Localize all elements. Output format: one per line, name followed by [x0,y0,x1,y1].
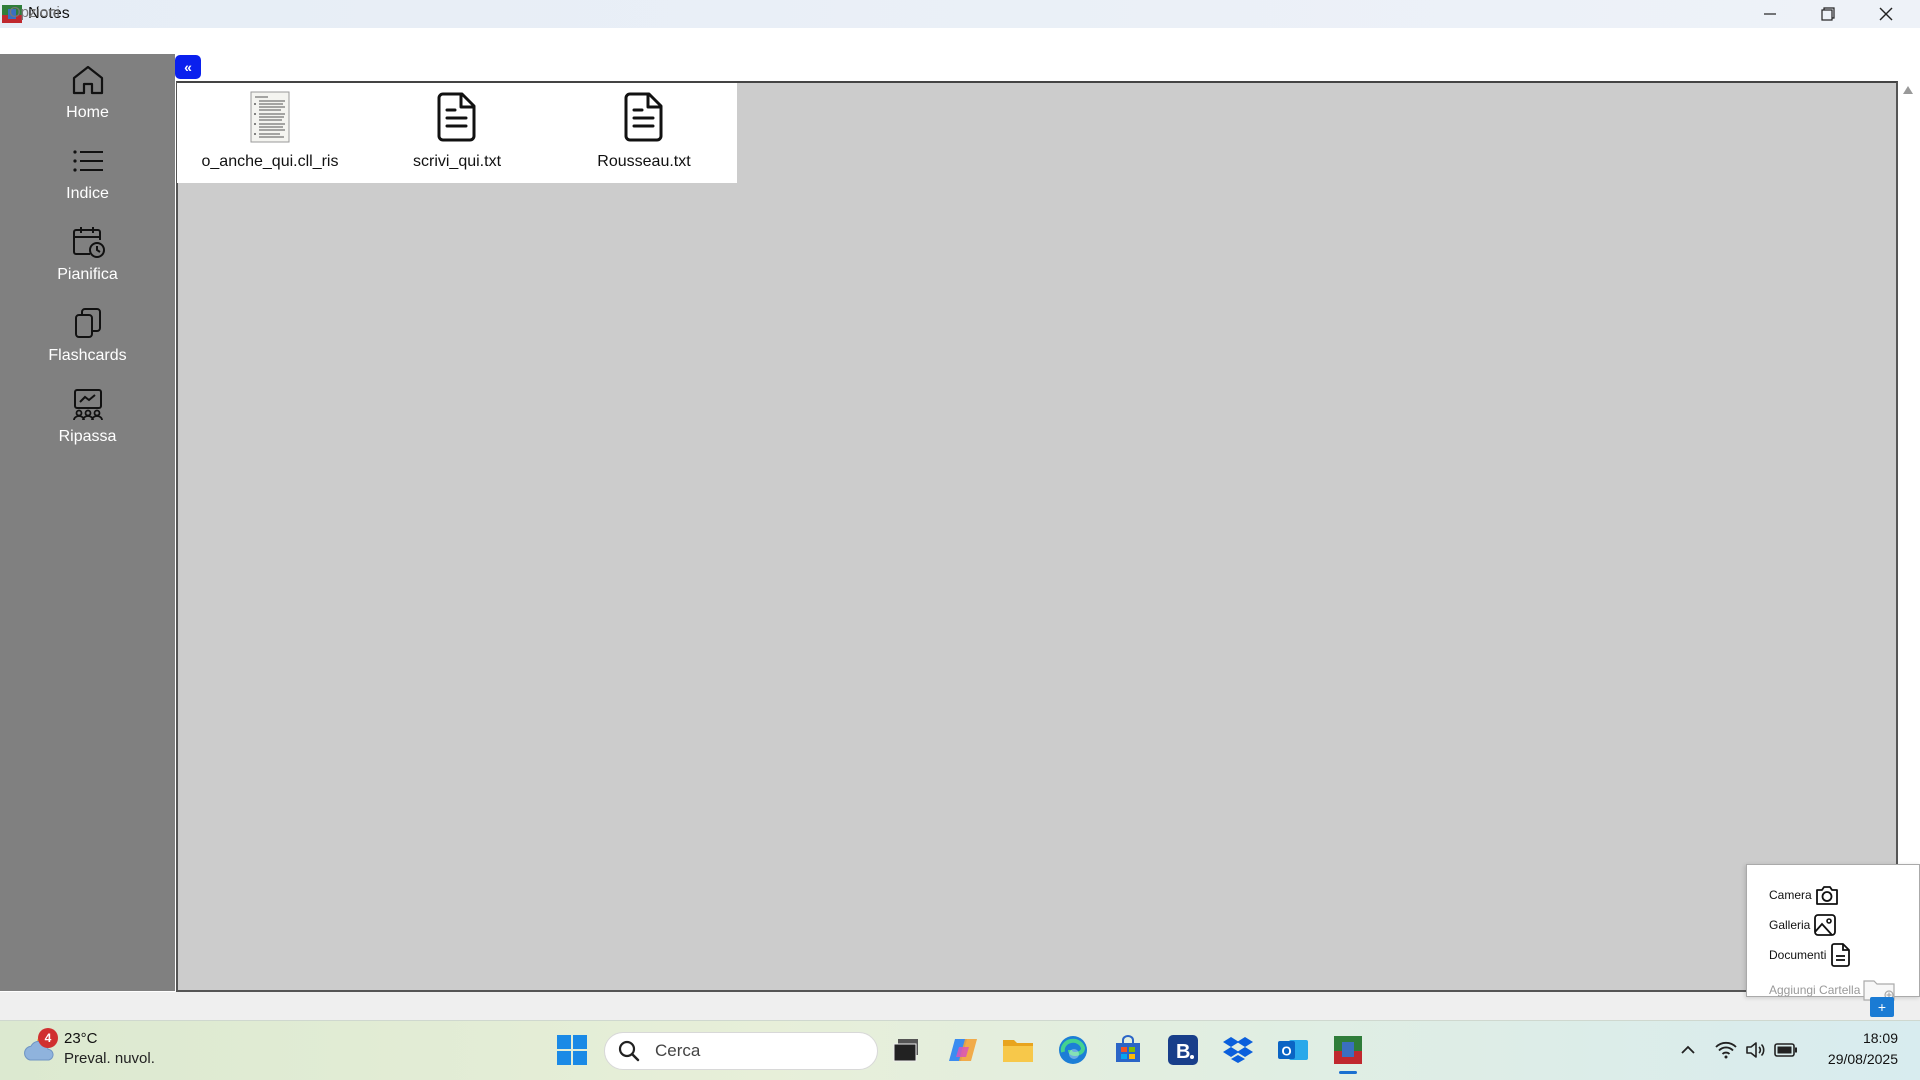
search-placeholder: Cerca [655,1041,701,1060]
sidebar-item-label: Indice [66,185,109,202]
clock-date[interactable]: 29/08/2025 [1808,1051,1898,1067]
weather-temperature[interactable]: 23°C [64,1030,98,1047]
image-icon [1812,912,1838,938]
file-name: Rousseau.txt [597,153,691,170]
camera-icon [1814,882,1840,908]
taskbar-search[interactable]: Cerca [604,1032,878,1070]
file-explorer-icon[interactable] [998,1030,1038,1070]
file-item[interactable]: o_anche_qui.cll_ris [177,91,363,181]
sidebar-item-label: Flashcards [48,347,127,364]
presentation-icon [70,386,106,422]
clock-time[interactable]: 18:09 [1818,1030,1898,1046]
vertical-scrollbar[interactable] [1898,81,1920,993]
dropbox-icon[interactable] [1218,1030,1258,1070]
file-item[interactable]: scrivi_qui.txt [364,91,550,181]
sidebar-item-ripassa[interactable]: Ripassa [0,378,175,458]
file-list: o_anche_qui.cll_ris scrivi_qui.txt Rouss… [177,83,737,183]
menu-item-camera[interactable]: Camera [1769,882,1840,908]
menu-item-label: Aggiungi Cartella [1769,983,1861,997]
sidebar-item-flashcards[interactable]: Flashcards [0,297,175,377]
microsoft-store-icon[interactable] [1108,1030,1148,1070]
sidebar-item-indice[interactable]: Indice [0,135,175,215]
file-area[interactable] [176,81,1898,992]
calendar-clock-icon [70,224,106,260]
add-content-menu: Camera Galleria Documenti Aggiungi Carte… [1746,864,1920,1001]
restore-button[interactable] [1799,0,1857,28]
text-file-icon [620,91,668,143]
menu-item-label: Galleria [1769,918,1811,932]
scroll-up-arrow-icon[interactable] [1903,86,1913,94]
active-app-indicator [1339,1071,1357,1074]
text-file-icon [433,91,481,143]
menu-item-documents[interactable]: Documenti [1769,942,1854,968]
battery-icon[interactable] [1768,1030,1804,1070]
svg-text:O: O [1282,1044,1292,1059]
copilot-icon[interactable] [943,1030,983,1070]
weather-description[interactable]: Preval. nuvol. [64,1050,155,1067]
menu-item-label: Documenti [1769,948,1827,962]
sidebar-item-pianifica[interactable]: Pianifica [0,216,175,296]
notes-app-taskbar-icon[interactable] [1328,1030,1368,1070]
file-item[interactable]: Rousseau.txt [551,91,737,181]
add-button[interactable]: + [1870,997,1894,1017]
cards-icon [70,305,106,341]
sidebar-item-home[interactable]: Home [0,54,175,134]
edge-browser-icon[interactable] [1053,1030,1093,1070]
windows-start-icon[interactable] [552,1030,592,1070]
minimize-button[interactable] [1741,0,1799,28]
title-bar [0,0,1920,28]
sidebar-item-label: Home [66,104,109,121]
status-strip [0,992,1920,1020]
document-icon [1828,942,1854,968]
list-icon [70,143,106,179]
booking-app-icon[interactable]: B [1163,1030,1203,1070]
file-name: o_anche_qui.cll_ris [201,153,339,170]
document-thumbnail-icon [246,91,294,143]
menu-bar [0,28,1920,54]
search-icon [617,1039,641,1063]
file-name: scrivi_qui.txt [412,153,502,170]
sidebar-item-label: Pianifica [57,266,118,283]
svg-text:B: B [1176,1041,1190,1063]
menu-options[interactable]: Opzioni [9,4,60,21]
show-hidden-icons-chevron-icon[interactable] [1666,1030,1710,1070]
notification-badge: 4 [38,1028,58,1048]
menu-item-label: Camera [1769,888,1812,902]
menu-item-gallery[interactable]: Galleria [1769,912,1838,938]
sidebar-item-label: Ripassa [58,428,117,445]
home-icon [70,62,106,98]
close-button[interactable] [1857,0,1915,28]
outlook-icon[interactable]: O [1273,1030,1313,1070]
collapse-sidebar-button[interactable]: « [175,55,201,79]
task-view-icon[interactable] [887,1030,927,1070]
